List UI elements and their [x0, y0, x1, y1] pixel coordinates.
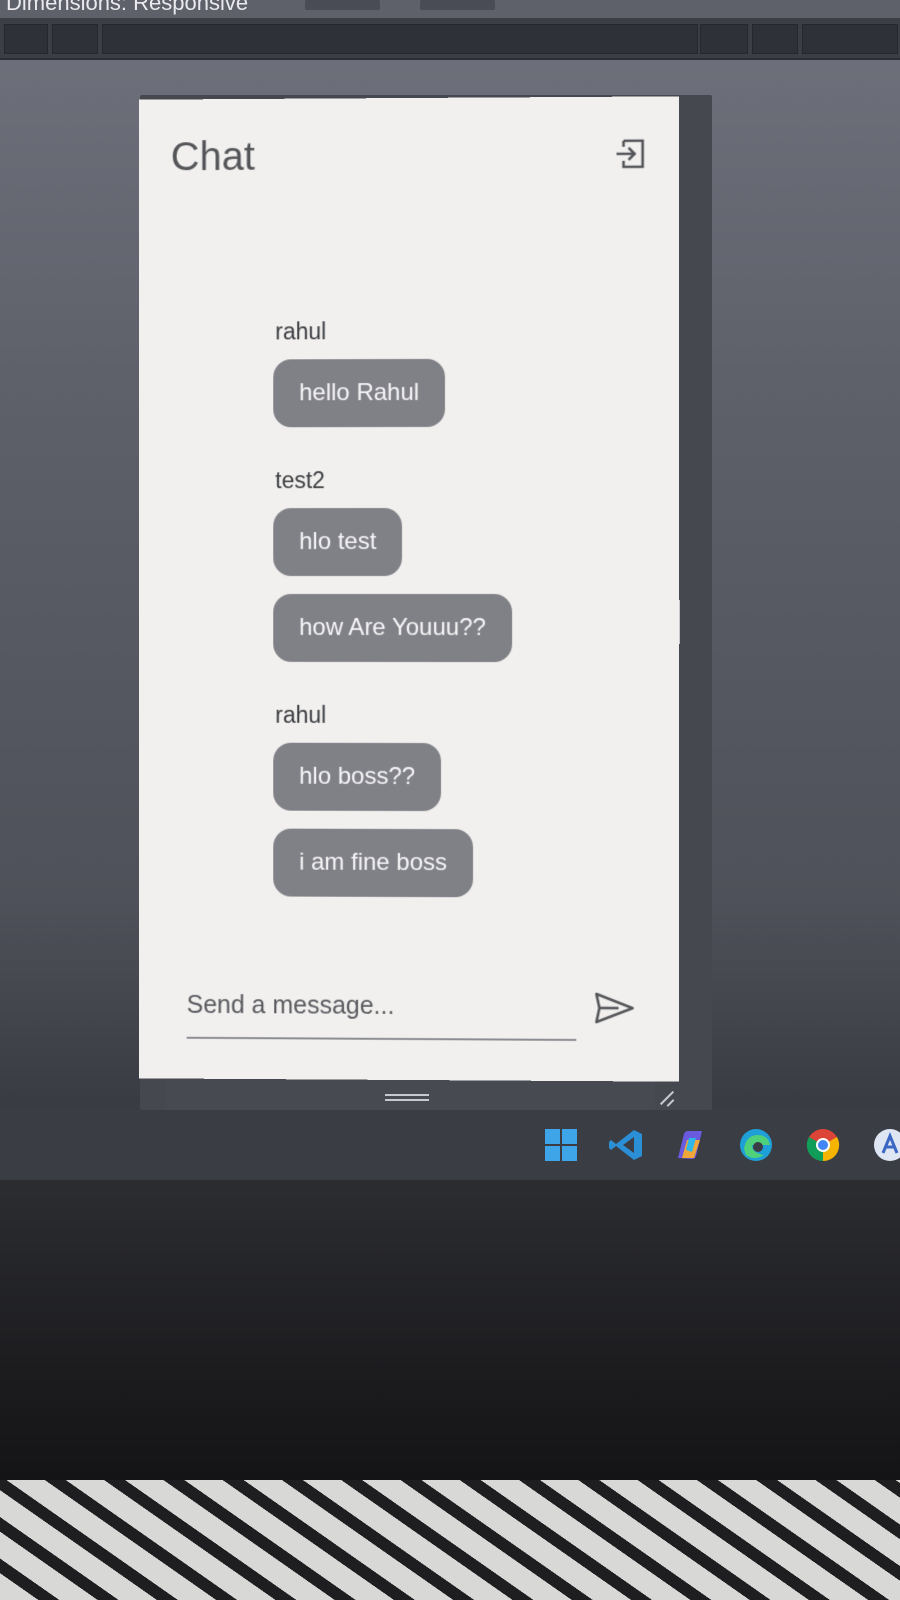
windows-taskbar [0, 1110, 900, 1180]
message-input[interactable] [186, 976, 577, 1035]
dimensions-label[interactable]: Dimensions: Responsive [6, 0, 248, 16]
windows-start-icon[interactable] [543, 1127, 579, 1163]
resize-handle-bottom-bar [165, 1080, 655, 1110]
message-sender: rahul [275, 318, 327, 345]
logout-icon [613, 136, 647, 173]
laptop-bezel [0, 1180, 900, 1480]
toolbar-cell[interactable] [102, 24, 698, 54]
message-composer [186, 976, 577, 1041]
message-group: rahul hlo boss?? i am fine boss [273, 702, 653, 916]
toolbar-cell[interactable] [752, 24, 798, 54]
message-group: test2 hlo test how Are Youuu?? [273, 467, 653, 681]
devtools-toolbar [0, 18, 900, 60]
message-bubble: hlo test [273, 508, 403, 577]
copilot-icon[interactable] [672, 1127, 708, 1163]
message-bubble: hello Rahul [273, 358, 446, 428]
app-icon[interactable] [872, 1127, 900, 1163]
send-icon [594, 990, 634, 1027]
page-title: Chat [170, 134, 255, 180]
toolbar-cell[interactable] [52, 24, 98, 54]
vscode-icon[interactable] [608, 1127, 644, 1163]
edge-icon[interactable] [738, 1127, 774, 1163]
send-button[interactable] [590, 985, 638, 1033]
devtools-top-strip: Dimensions: Responsive [0, 0, 900, 18]
width-field[interactable] [305, 0, 380, 10]
toolbar-cell[interactable] [4, 24, 48, 54]
resize-handle-bottom[interactable] [385, 1094, 429, 1096]
message-list: rahul hello Rahul test2 hlo test how Are… [273, 317, 653, 938]
toolbar-cell[interactable] [802, 24, 898, 54]
logout-button[interactable] [612, 137, 648, 173]
chat-screen: Chat rahul hello Rahul test2 hlo test ho… [138, 96, 679, 1082]
message-bubble: hlo boss?? [273, 742, 442, 812]
message-group: rahul hello Rahul [273, 317, 653, 445]
toolbar-cell[interactable] [700, 24, 748, 54]
message-sender: test2 [275, 467, 325, 494]
message-sender: rahul [275, 701, 327, 728]
keyboard-area [0, 1480, 900, 1600]
message-bubble: i am fine boss [273, 828, 474, 898]
resize-handle-corner[interactable] [656, 1088, 676, 1108]
chrome-icon[interactable] [805, 1127, 841, 1163]
height-field[interactable] [420, 0, 495, 10]
message-bubble: how Are Youuu?? [273, 593, 512, 663]
